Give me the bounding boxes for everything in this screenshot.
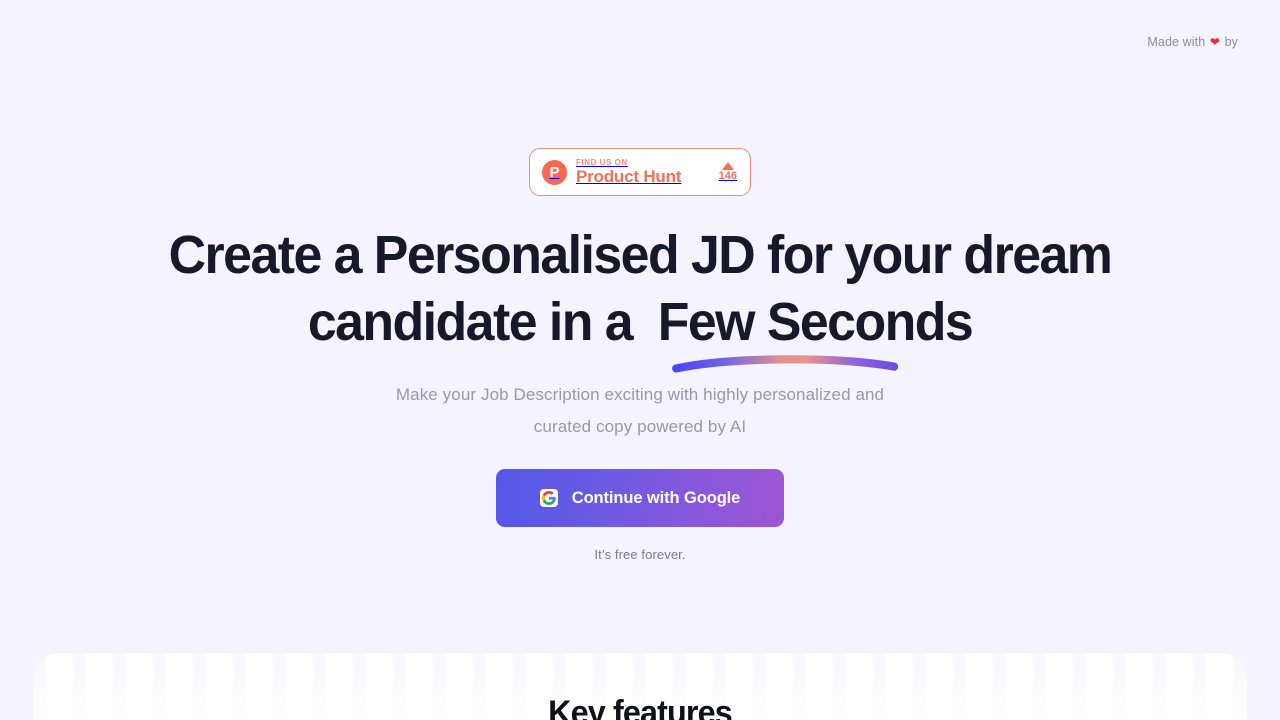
headline-line-2: candidate in a Few Seconds [26,289,1255,373]
product-hunt-logo-icon: P [542,159,567,185]
credit-suffix: by [1221,35,1238,49]
credit-prefix: Made with [1147,35,1209,49]
product-hunt-badge[interactable]: P FIND US ON Product Hunt 146 [529,148,751,196]
page-title: Create a Personalised JD for your dream … [26,222,1255,373]
product-hunt-name: Product Hunt [576,167,682,187]
product-hunt-upvote-count: 146 [718,170,737,182]
subtitle-line-1: Make your Job Description exciting with … [395,385,885,404]
underline-swoosh-icon [671,355,898,373]
key-features-title: Key features [548,694,733,720]
headline-accent-text: Few Seconds [657,292,974,352]
heart-icon: ❤ [1209,35,1221,49]
hero-section: Create a Personalised JD for your dream … [0,222,1280,562]
google-g-glyph [541,491,556,505]
key-features-panel: Key features [33,653,1247,720]
cta-button-label: Continue with Google [571,488,741,507]
product-hunt-upvotes: 146 [719,162,739,182]
product-hunt-text: FIND US ON Product Hunt [576,158,710,187]
product-hunt-badge-container: P FIND US ON Product Hunt 146 [0,148,1280,196]
headline-accent: Few Seconds [657,289,974,373]
free-forever-note: It’s free forever. [594,547,686,562]
triangle-up-icon [721,162,734,170]
made-with-love-credit: Made with ❤ by [1147,35,1238,49]
continue-with-google-button[interactable]: Continue with Google [496,469,784,527]
google-g-icon [539,489,558,507]
hero-subtitle: Make your Job Description exciting with … [0,379,1280,443]
product-hunt-logo-letter: P [549,163,560,181]
product-hunt-eyebrow: FIND US ON [576,157,628,167]
subtitle-line-2: curated copy powered by AI [533,417,747,436]
headline-line-1: Create a Personalised JD for your dream [168,225,1113,285]
cta-container: Continue with Google It’s free forever. [0,469,1280,562]
headline-line-2-prefix: candidate in a [307,292,658,352]
